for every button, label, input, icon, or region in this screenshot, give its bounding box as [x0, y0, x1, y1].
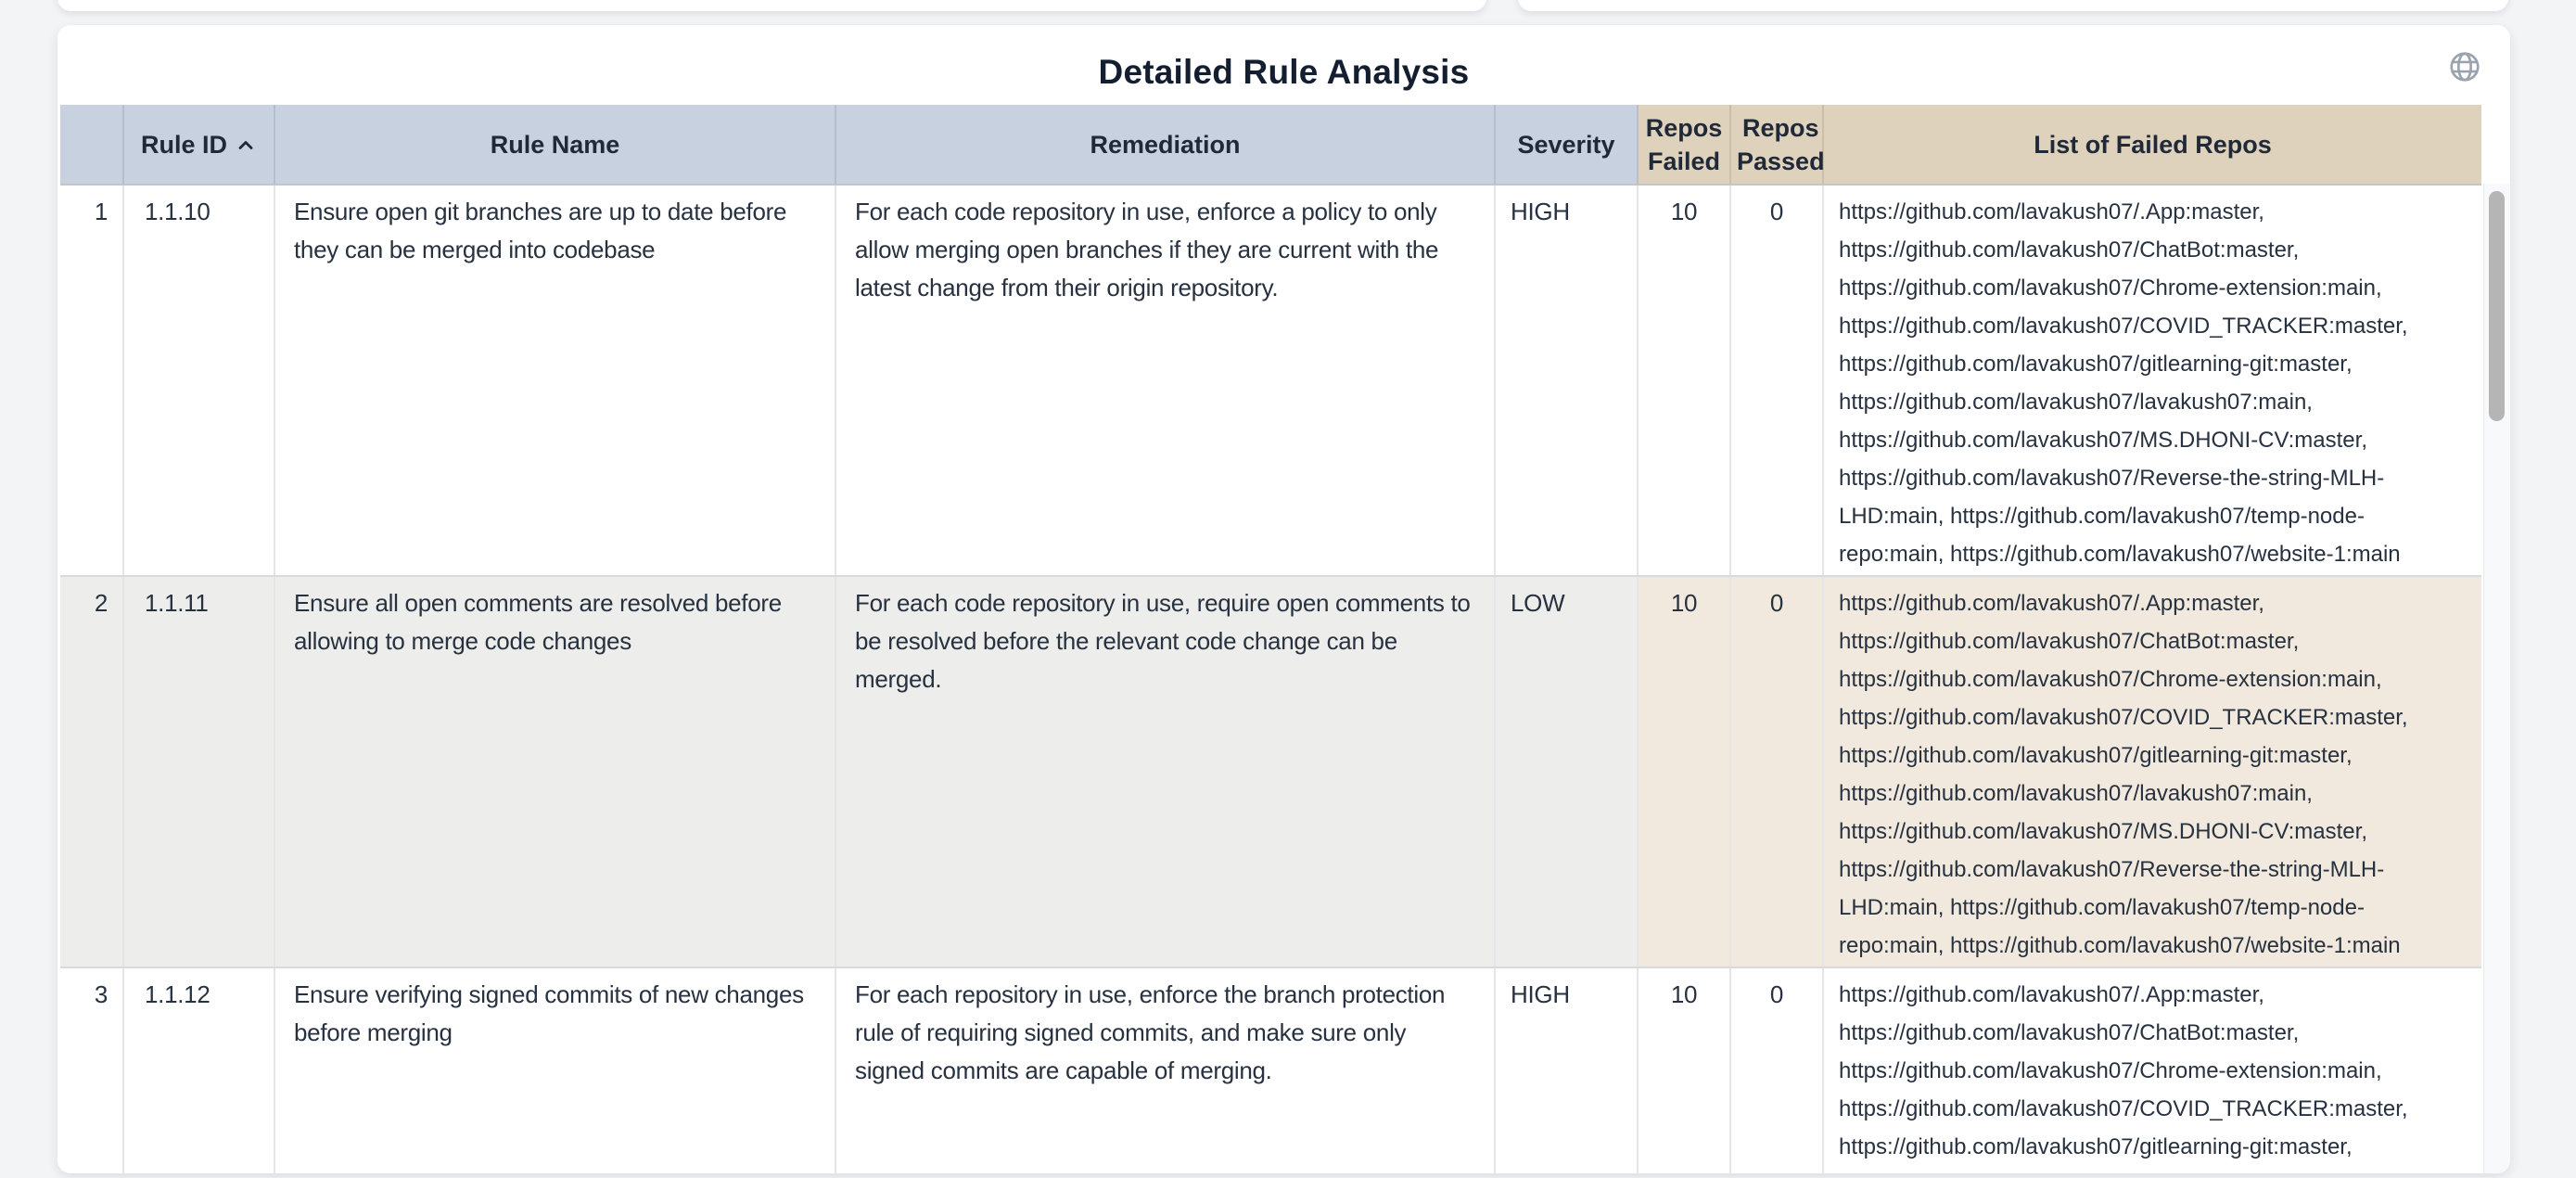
cell-remediation: For each repository in use, enforce the … — [835, 967, 1495, 1173]
column-header-label: Repos Failed — [1644, 111, 1724, 178]
column-header-rule_id[interactable]: Rule ID — [123, 105, 274, 185]
previous-card-right-edge — [1518, 0, 2508, 11]
column-header-label: List of Failed Repos — [2034, 128, 2272, 161]
cell-rule_name: Ensure verifying signed commits of new c… — [274, 967, 835, 1173]
column-header-label: Rule ID — [141, 128, 227, 161]
cell-rule_name: Ensure open git branches are up to date … — [274, 185, 835, 576]
previous-card-left-edge — [57, 0, 1486, 11]
cell-rule_id: 1.1.11 — [123, 576, 274, 967]
cell-failed_repos: https://github.com/lavakush07/.App:maste… — [1823, 185, 2481, 576]
column-header-label: Severity — [1517, 128, 1614, 161]
cell-repos_failed: 10 — [1638, 185, 1730, 576]
column-header-failed_repos[interactable]: List of Failed Repos — [1823, 105, 2481, 185]
table-header: Rule ID Rule Name Remediation Severity Repos… — [60, 105, 2481, 185]
cell-rule_id: 1.1.10 — [123, 185, 274, 576]
sort-ascending-icon — [235, 134, 257, 156]
column-header-repos_passed[interactable]: Repos Passed — [1730, 105, 1823, 185]
vertical-scrollbar-thumb[interactable] — [2489, 191, 2505, 421]
globe-icon — [2447, 49, 2482, 84]
cell-index: 2 — [60, 576, 123, 967]
cell-remediation: For each code repository in use, require… — [835, 576, 1495, 967]
column-header-severity[interactable]: Severity — [1495, 105, 1638, 185]
cell-index: 1 — [60, 185, 123, 576]
column-header-remediation[interactable]: Remediation — [835, 105, 1495, 185]
page-title: Detailed Rule Analysis — [1099, 38, 1470, 92]
cell-repos_failed: 10 — [1638, 967, 1730, 1173]
vertical-scrollbar-track[interactable] — [2483, 184, 2510, 1173]
cell-severity: HIGH — [1495, 185, 1638, 576]
cell-rule_name: Ensure all open comments are resolved be… — [274, 576, 835, 967]
cell-failed_repos: https://github.com/lavakush07/.App:maste… — [1823, 967, 2481, 1173]
column-header-rule_name[interactable]: Rule Name — [274, 105, 835, 185]
cell-repos_failed: 10 — [1638, 576, 1730, 967]
globe-button[interactable] — [2447, 49, 2482, 84]
cell-failed_repos: https://github.com/lavakush07/.App:maste… — [1823, 576, 2481, 967]
cell-remediation: For each code repository in use, enforce… — [835, 185, 1495, 576]
column-header-repos_failed[interactable]: Repos Failed — [1638, 105, 1730, 185]
cell-repos_passed: 0 — [1730, 967, 1823, 1173]
cell-index: 3 — [60, 967, 123, 1173]
table-row: 11.1.10Ensure open git branches are up t… — [60, 185, 2481, 576]
table-row: 31.1.12Ensure verifying signed commits o… — [60, 967, 2481, 1173]
cell-rule_id: 1.1.12 — [123, 967, 274, 1173]
cell-severity: HIGH — [1495, 967, 1638, 1173]
column-header-label: Repos Passed — [1737, 111, 1825, 178]
column-header-label: Remediation — [1090, 128, 1240, 161]
table-row: 21.1.11Ensure all open comments are reso… — [60, 576, 2481, 967]
column-header-index[interactable] — [60, 105, 123, 185]
card-header: Detailed Rule Analysis — [57, 25, 2510, 105]
column-header-label: Rule Name — [491, 128, 620, 161]
detailed-rule-analysis-card: Detailed Rule Analysis Rule IDRule NameR… — [57, 25, 2510, 1173]
detailed-rule-analysis-table: Rule ID Rule Name Remediation Severity Repos… — [60, 105, 2481, 1173]
cell-severity: LOW — [1495, 576, 1638, 967]
cell-repos_passed: 0 — [1730, 576, 1823, 967]
cell-repos_passed: 0 — [1730, 185, 1823, 576]
